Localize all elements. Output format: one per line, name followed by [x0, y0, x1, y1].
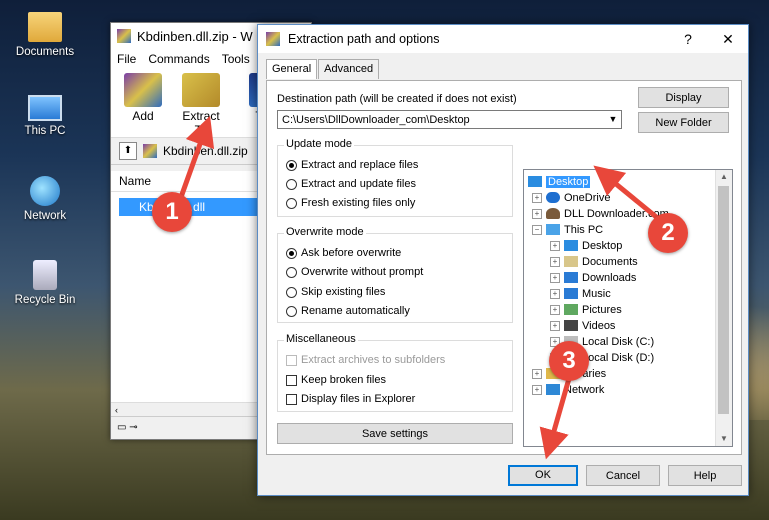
- arrow-1: [177, 115, 215, 201]
- arrow-3: [539, 374, 573, 460]
- tab-general[interactable]: General: [266, 59, 318, 79]
- step-marker-1: 1: [152, 192, 192, 232]
- arrow-2: [593, 165, 662, 222]
- annotation-arrows: [177, 115, 662, 460]
- step-marker-3: 3: [549, 341, 589, 381]
- step-marker-2: 2: [648, 213, 688, 253]
